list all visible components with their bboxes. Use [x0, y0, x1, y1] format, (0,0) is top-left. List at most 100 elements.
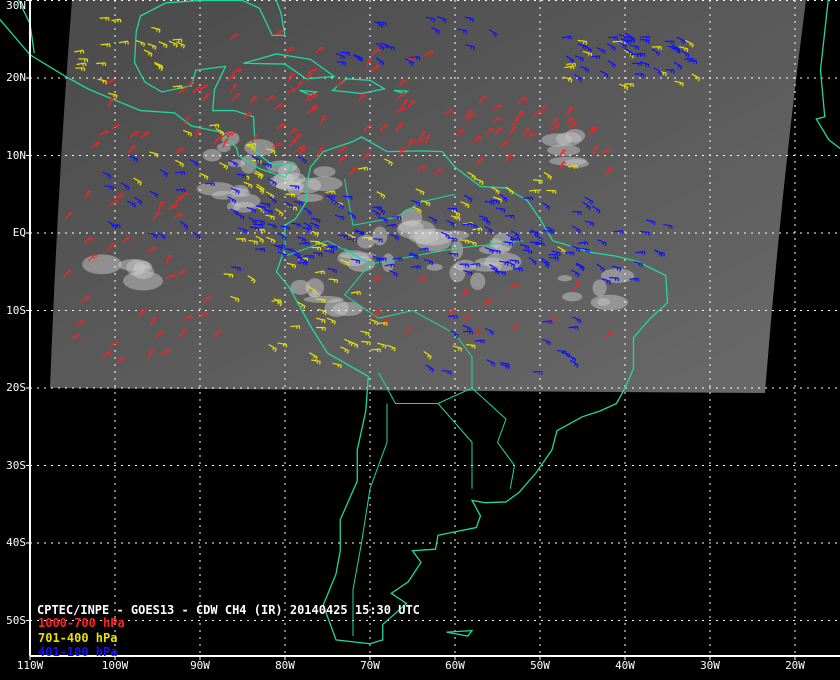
- barb-flag: [653, 221, 656, 225]
- barb-flag: [113, 94, 115, 98]
- barb-flag: [400, 149, 404, 152]
- lat-label: 50S: [6, 613, 26, 627]
- barb-flag: [594, 148, 598, 151]
- barb-flag: [638, 263, 641, 266]
- barb-flag: [358, 57, 361, 61]
- barb-flag: [272, 225, 275, 229]
- cloud: [244, 139, 276, 157]
- barb-shaft: [608, 36, 618, 39]
- barb-shaft: [172, 38, 182, 41]
- barb-flag: [473, 225, 475, 228]
- barb-shaft: [612, 40, 622, 43]
- barb-shaft: [632, 62, 642, 65]
- barb-flag: [308, 74, 312, 77]
- barb-flag: [105, 81, 107, 85]
- barb-flag: [155, 235, 158, 239]
- barb-flag: [616, 267, 619, 271]
- barb-flag: [458, 217, 461, 222]
- cloud: [470, 272, 486, 291]
- lon-label: 20W: [785, 659, 805, 672]
- barb-flag: [460, 348, 463, 352]
- lon-label: 90W: [190, 659, 210, 672]
- barb-flag: [589, 222, 592, 226]
- barb-flag: [271, 150, 274, 154]
- barb-flag: [586, 241, 589, 245]
- barb-flag: [485, 220, 488, 224]
- barb-flag: [337, 364, 340, 368]
- barb-flag: [368, 60, 372, 63]
- barb-flag: [384, 345, 387, 349]
- barb-flag: [319, 149, 323, 152]
- barb-shaft: [629, 277, 639, 280]
- barb-flag: [152, 45, 155, 49]
- barb-shaft: [474, 339, 484, 342]
- barb-flag: [156, 154, 159, 158]
- barb-flag: [235, 190, 238, 194]
- cloud: [372, 226, 388, 246]
- barb-flag: [314, 224, 317, 228]
- barb-flag: [156, 28, 158, 32]
- barb-shaft: [96, 62, 106, 65]
- lat-label: 10N: [6, 148, 26, 162]
- barb-flag: [582, 45, 585, 49]
- barb-flag: [683, 48, 686, 51]
- barb-flag: [197, 131, 201, 134]
- barb-flag: [425, 202, 428, 206]
- cloud: [313, 166, 336, 178]
- barb-flag: [546, 341, 549, 345]
- barb-flag: [306, 258, 309, 262]
- barb-flag: [419, 265, 421, 270]
- barb-flag: [431, 261, 434, 266]
- barb-flag: [400, 257, 403, 261]
- barb-flag: [468, 271, 470, 275]
- barb-flag: [294, 265, 297, 269]
- falklands-coastline: [446, 629, 474, 637]
- barb-flag: [583, 242, 586, 246]
- lat-label: EQ: [12, 226, 26, 239]
- barb-flag: [508, 366, 510, 370]
- barb-flag: [637, 46, 640, 51]
- barb-flag: [584, 68, 587, 72]
- barb-flag: [310, 229, 312, 233]
- lon-label: 100W: [101, 659, 129, 672]
- barb-flag: [588, 249, 590, 254]
- lon-label: 30W: [700, 659, 720, 672]
- barb-flag: [224, 141, 228, 144]
- barb-flag: [332, 269, 335, 273]
- barb-flag: [321, 319, 324, 323]
- barb-flag: [587, 52, 590, 56]
- barb-shaft: [496, 271, 506, 273]
- cloud: [449, 263, 466, 283]
- barb-flag: [239, 215, 243, 219]
- legend-high-level: 401-100 hPa: [38, 645, 118, 659]
- barb-flag: [570, 35, 572, 40]
- barb-flag: [373, 321, 376, 325]
- barb-flag: [663, 253, 666, 257]
- barb-flag: [470, 272, 473, 276]
- barb-flag: [472, 242, 475, 246]
- barb-flag: [301, 238, 304, 242]
- barb-flag: [570, 79, 573, 83]
- barb-flag: [686, 48, 689, 52]
- barb-shaft: [110, 223, 120, 226]
- barb-shaft: [255, 228, 265, 231]
- cloud: [600, 268, 635, 283]
- barb-flag: [505, 365, 508, 369]
- barb-flag: [625, 40, 628, 44]
- barb-flag: [390, 264, 393, 268]
- barb-shaft: [290, 325, 300, 328]
- cloud: [426, 263, 443, 271]
- barb-flag: [168, 257, 172, 260]
- barb-flag: [428, 261, 431, 265]
- barb-flag: [251, 146, 254, 150]
- lon-label: 70W: [360, 659, 380, 672]
- barb-flag: [575, 247, 578, 251]
- barb-flag: [342, 217, 345, 221]
- barb-flag: [442, 18, 445, 22]
- barb-flag: [464, 291, 468, 294]
- barb-shaft: [448, 315, 458, 317]
- barb-shaft: [297, 261, 307, 264]
- barb-shaft: [557, 349, 567, 352]
- barb-shaft: [530, 241, 540, 244]
- lon-label: 110W: [16, 659, 44, 672]
